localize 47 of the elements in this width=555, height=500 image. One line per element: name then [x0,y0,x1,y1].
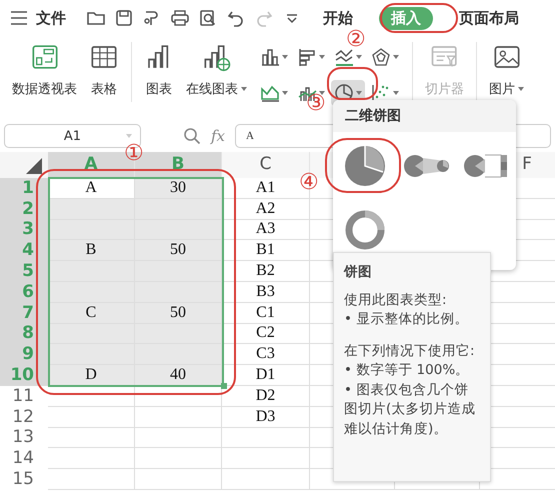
tooltip-bullet: • 显示整体的比例。 [344,310,470,330]
function-label[interactable]: fx [211,127,226,145]
search-icon[interactable] [183,127,201,145]
line-chart-icon [334,47,354,67]
column-chart-icon [260,47,280,67]
select-all-icon[interactable] [26,158,42,174]
table-cell: B3 [222,282,310,303]
table-cell: B2 [222,261,310,282]
tooltip-heading: 在下列情况下使用它: [344,342,476,361]
tooltip-heading: 使用此图表类型: [344,290,448,310]
picture-ribbon-button[interactable]: 图片 [483,42,530,98]
highlight-outline [327,67,378,100]
step-number: ② [346,29,366,51]
chart-ribbon-button[interactable]: 图表 [138,42,180,98]
save-icon[interactable] [114,8,134,28]
table-ribbon-button[interactable]: 表格 [83,42,125,98]
menu-title: 二维饼图 [333,100,516,132]
table-cell: D [48,365,135,386]
table-cell: 40 [135,365,222,386]
pivot-ribbon-button[interactable]: 数据透视表 [6,42,83,98]
step-number: ③ [306,93,326,115]
bar-chart-icon [297,47,317,67]
table-cell: 50 [135,302,222,324]
tooltip-bullet: • 数字等于 100%。 [344,361,470,380]
table-cell: C1 [222,302,310,324]
tooltip-bullet: • 图表仅包含几个饼图切片(太多切片造成难以估计角度)。 [344,380,476,439]
table-cell: C3 [222,344,310,366]
table-cell: C [48,302,135,324]
table-cell: A [48,178,135,199]
area-chart-icon [260,83,280,103]
table-cell: B1 [222,240,310,262]
table-cell: 30 [135,178,222,199]
print-icon[interactable] [170,8,190,28]
table-cell: A3 [222,220,310,240]
print-preview-icon[interactable] [198,8,218,28]
online-ribbon-button[interactable]: 在线图表 [180,42,253,98]
ribbon-tab[interactable]: 开始 [311,6,365,30]
table-cell: B [48,240,135,262]
tooltip-title: 饼图 [344,263,373,282]
table-cell: D3 [222,406,310,428]
file-menu[interactable]: 文件 [36,8,66,28]
ribbon-tab[interactable]: 页面布局 [447,6,531,30]
table-cell: 50 [135,240,222,262]
menu-icon[interactable] [10,11,28,25]
table-cell: A2 [222,198,310,220]
table-cell: C2 [222,324,310,344]
radar-chart-icon [371,47,391,67]
